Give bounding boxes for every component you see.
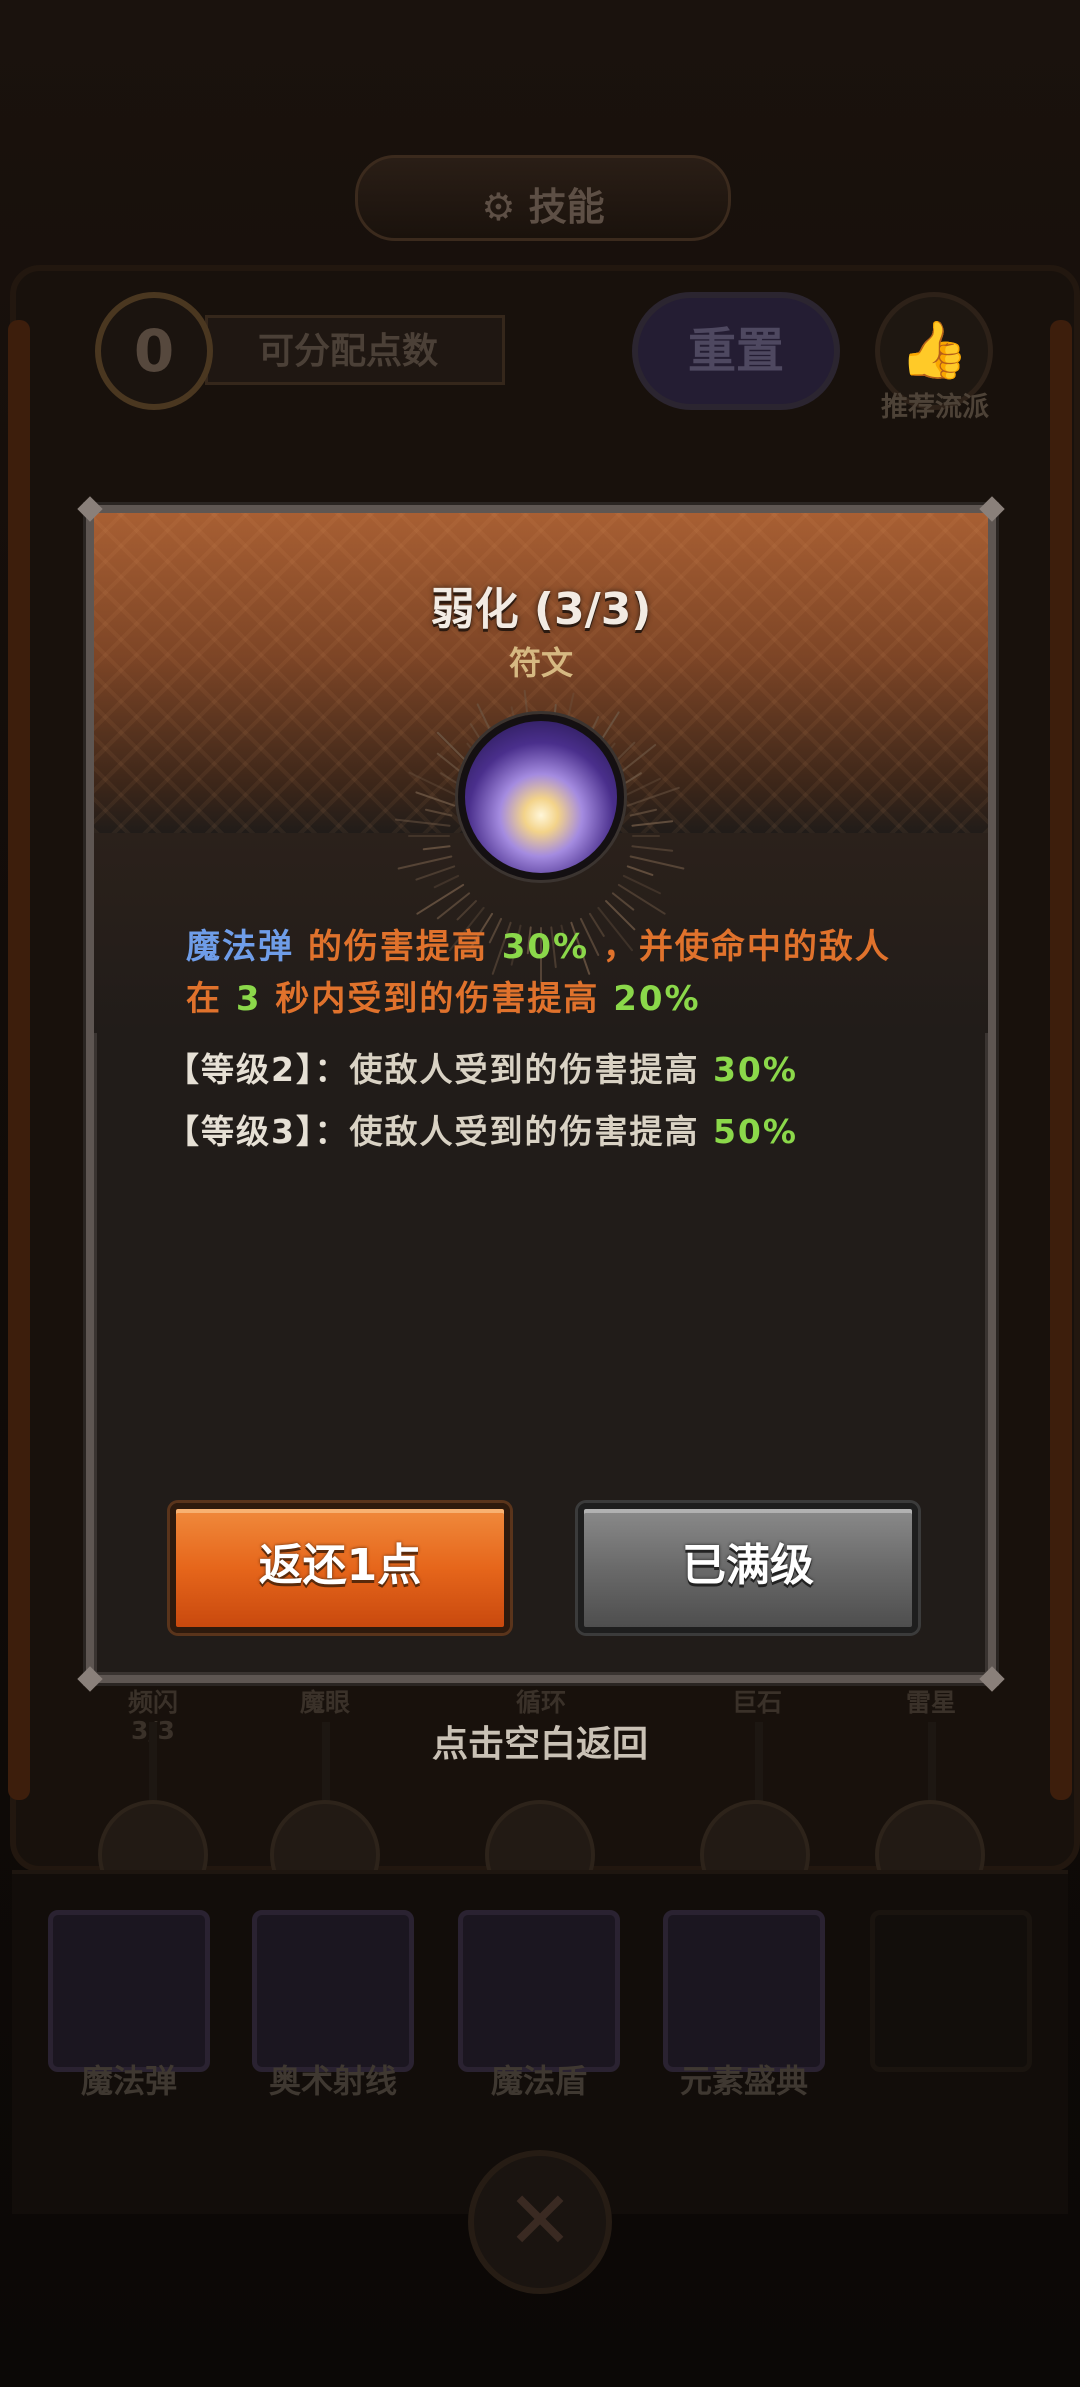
tree-node-label: 频闪 [127,1688,178,1717]
modal-title: 弱化 (3/3) [430,584,652,635]
glow-ray [456,900,477,921]
level-line: 【等级2】：使敌人受到的伤害提高 30% [166,1043,926,1091]
level-value: 50% [712,1112,798,1151]
tree-node-label: 魔眼 [299,1688,350,1717]
glow-ray [629,855,685,870]
glow-ray [617,883,666,915]
level-text: 使敌人受到的伤害提高 [349,1112,713,1151]
skill-card-arcane-ray[interactable] [252,1910,414,2072]
desc-skill-name: 魔法弹 [186,927,294,967]
skill-name: 魔法弹 [80,2062,177,2100]
modal-subtitle: 符文 [508,644,573,682]
title-plate: ⚙ 技能 [355,155,731,241]
glow-ray [397,855,453,870]
glow-ray [394,818,451,827]
glow-ray [611,892,635,911]
glow-ray [416,883,465,915]
level-tag: 【等级3】： [166,1112,350,1151]
skill-detail-modal: 弱化 (3/3) 符文 魔法弹 的伤害提高 30% ，并使命中的敌人在 3 秒内… [77,496,1005,1692]
back-hint[interactable]: 点击空白返回 [0,1715,1080,1767]
left-border-bar [8,320,30,1800]
crossed-swords-icon[interactable]: ✕ [468,2150,612,2294]
glow-ray [629,808,658,817]
glow-ray [415,791,456,807]
glow-ray [626,865,654,876]
page-title-label: 技能 [528,185,605,229]
tree-node-label: 雷星 [905,1688,956,1717]
desc-value: 20% [613,979,701,1019]
glow-ray [433,874,460,889]
glow-ray [631,845,674,852]
refund-point-button[interactable]: 返还1点 [170,1503,510,1633]
level-tag: 【等级2】： [166,1050,350,1089]
skill-name: 元素盛典 [679,2062,808,2100]
max-level-button[interactable]: 已满级 [578,1503,918,1633]
desc-value: 3 [235,979,262,1019]
page-title: ⚙ 技能 [358,176,728,231]
level-line: 【等级3】：使敌人受到的伤害提高 50% [166,1105,926,1153]
skill-name: 奥术射线 [268,2062,397,2100]
skill-description: 魔法弹 的伤害提高 30% ，并使命中的敌人在 3 秒内受到的伤害提高 20% [186,921,906,1025]
magic-bolt-icon [458,714,624,880]
skill-card-magic-shield[interactable] [458,1910,620,2072]
level-value: 30% [712,1050,798,1089]
desc-text: 的伤害提高 [294,927,502,967]
glow-ray [631,820,674,827]
desc-value: 30% [501,927,590,967]
skill-card-elemental-feast[interactable] [663,1910,825,2072]
desc-text: 秒内受到的伤害提高 [261,979,614,1019]
points-value: 0 [95,292,213,410]
reset-button[interactable]: 重置 [632,292,840,410]
skill-card-magic-bolt[interactable] [48,1910,210,2072]
glow-ray [415,865,456,881]
skill-card-empty [870,1910,1032,2072]
gear-icon: ⚙ [481,185,516,229]
recommend-label: 推荐流派 [881,392,989,423]
right-border-bar [1050,320,1072,1800]
points-label: 可分配点数 [205,315,505,385]
skill-name: 魔法盾 [490,2062,587,2100]
level-text: 使敌人受到的伤害提高 [349,1050,713,1089]
glow-ray [424,808,453,817]
tree-node-label: 循环 [515,1688,566,1717]
glow-ray [422,845,451,851]
tree-node-label: 巨石 [731,1688,782,1717]
